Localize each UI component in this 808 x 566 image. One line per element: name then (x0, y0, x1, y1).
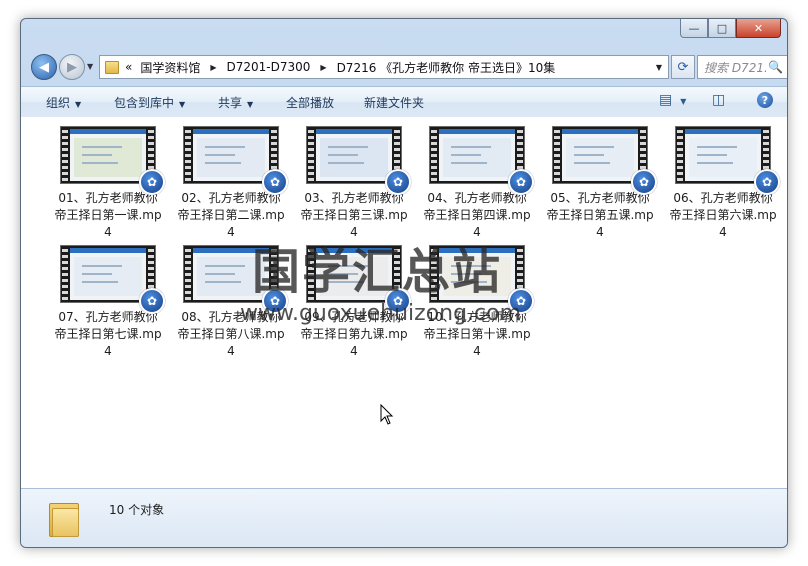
file-item[interactable]: ✿ 02、孔方老师教你帝王择日第二课.mp4 (176, 126, 288, 241)
mouse-cursor-icon (380, 404, 394, 425)
chevron-down-icon: ▼ (680, 97, 687, 106)
command-bar: 组织 ▼ 包含到库中 ▼ 共享 ▼ 全部播放 新建文件夹 ▤ ▼ ◫ ? (21, 86, 787, 118)
address-dropdown-icon[interactable]: ▼ (656, 63, 662, 72)
minimize-button[interactable]: — (680, 19, 708, 38)
preview-pane-button[interactable]: ◫ (712, 92, 725, 108)
video-file-icon: ✿ (262, 288, 288, 314)
video-file-icon: ✿ (139, 288, 165, 314)
video-thumbnail: ✿ (183, 126, 288, 195)
video-thumbnail: ✿ (306, 126, 411, 195)
refresh-button[interactable]: ⟳ (671, 55, 695, 79)
video-file-icon: ✿ (385, 288, 411, 314)
breadcrumb-overflow[interactable]: « (125, 60, 132, 74)
search-placeholder: 搜索 D721... (704, 60, 766, 75)
breadcrumb-separator-icon[interactable]: ▶ (210, 63, 216, 72)
file-name: 05、孔方老师教你帝王择日第五课.mp4 (546, 191, 654, 239)
breadcrumb-item-range[interactable]: D7201-D7300 (227, 60, 311, 74)
details-pane: 10 个对象 (21, 488, 787, 547)
file-item[interactable]: ✿ 03、孔方老师教你帝王择日第三课.mp4 (299, 126, 411, 241)
folder-icon (105, 60, 119, 74)
video-thumbnail: ✿ (183, 245, 288, 314)
navigation-bar: ◀ ▶ ▼ « 国学资料馆 ▶ D7201-D7300 ▶ D7216 《孔方老… (29, 51, 787, 81)
view-button[interactable]: ▤ ▼ (659, 92, 686, 108)
video-thumbnail: ✿ (552, 126, 657, 195)
new-folder-button[interactable]: 新建文件夹 (364, 94, 424, 111)
breadcrumb-separator-icon[interactable]: ▶ (320, 63, 326, 72)
address-bar[interactable]: « 国学资料馆 ▶ D7201-D7300 ▶ D7216 《孔方老师教你 帝王… (99, 55, 669, 79)
breadcrumb-item-folder[interactable]: D7216 《孔方老师教你 帝王选日》10集 (337, 59, 556, 76)
refresh-icon: ⟳ (677, 59, 689, 75)
recent-pages-dropdown[interactable]: ▼ (87, 62, 93, 71)
file-item[interactable]: ✿ 09、孔方老师教你帝王择日第九课.mp4 (299, 245, 411, 360)
back-button[interactable]: ◀ (31, 54, 57, 80)
file-list: ✿ 01、孔方老师教你帝王择日第一课.mp4 ✿ 02、孔方老师教你帝王择日第二课.m… (21, 117, 787, 488)
file-item[interactable]: ✿ 01、孔方老师教你帝王择日第一课.mp4 (53, 126, 165, 241)
file-name: 03、孔方老师教你帝王择日第三课.mp4 (300, 191, 408, 239)
file-name: 09、孔方老师教你帝王择日第九课.mp4 (300, 310, 408, 358)
caption-buttons: — □ ✕ (680, 19, 781, 39)
file-name: 08、孔方老师教你帝王择日第八课.mp4 (177, 310, 285, 358)
back-arrow-icon: ◀ (39, 59, 49, 75)
video-thumbnail: ✿ (429, 245, 534, 314)
file-item[interactable]: ✿ 08、孔方老师教你帝王择日第八课.mp4 (176, 245, 288, 360)
close-button[interactable]: ✕ (736, 19, 781, 38)
breadcrumb-item-library[interactable]: 国学资料馆 (140, 59, 200, 76)
file-name: 06、孔方老师教你帝王择日第六课.mp4 (669, 191, 777, 239)
search-input[interactable]: 搜索 D721... 🔍 (697, 55, 787, 79)
chevron-down-icon: ▼ (75, 100, 82, 109)
file-name: 04、孔方老师教你帝王择日第四课.mp4 (423, 191, 531, 239)
item-count: 10 个对象 (109, 503, 165, 517)
preview-pane-icon: ◫ (712, 92, 726, 108)
file-item[interactable]: ✿ 06、孔方老师教你帝王择日第六课.mp4 (668, 126, 780, 241)
chevron-down-icon: ▼ (179, 100, 186, 109)
video-thumbnail: ✿ (429, 126, 534, 195)
include-in-library-button[interactable]: 包含到库中 ▼ (114, 94, 185, 111)
forward-arrow-icon: ▶ (67, 59, 77, 75)
breadcrumb: « 国学资料馆 ▶ D7201-D7300 ▶ D7216 《孔方老师教你 帝王… (125, 59, 555, 76)
chevron-down-icon: ▼ (247, 100, 254, 109)
video-file-icon: ✿ (631, 169, 657, 195)
video-thumbnail: ✿ (675, 126, 780, 195)
view-icon: ▤ (659, 92, 673, 108)
help-button[interactable]: ? (757, 92, 773, 108)
organize-button[interactable]: 组织 ▼ (46, 94, 81, 111)
video-file-icon: ✿ (385, 169, 411, 195)
maximize-button[interactable]: □ (708, 19, 736, 38)
share-button[interactable]: 共享 ▼ (218, 94, 253, 111)
video-file-icon: ✿ (262, 169, 288, 195)
forward-button[interactable]: ▶ (59, 54, 85, 80)
file-item[interactable]: ✿ 07、孔方老师教你帝王择日第七课.mp4 (53, 245, 165, 360)
file-item[interactable]: ✿ 05、孔方老师教你帝王择日第五课.mp4 (545, 126, 657, 241)
video-file-icon: ✿ (508, 169, 534, 195)
video-file-icon: ✿ (508, 288, 534, 314)
video-thumbnail: ✿ (60, 245, 165, 314)
file-name: 01、孔方老师教你帝王择日第一课.mp4 (54, 191, 162, 239)
help-icon: ? (761, 93, 769, 107)
video-file-icon: ✿ (139, 169, 165, 195)
file-name: 10、孔方老师教你帝王择日第十课.mp4 (423, 310, 531, 358)
file-name: 07、孔方老师教你帝王择日第七课.mp4 (54, 310, 162, 358)
file-item[interactable]: ✿ 04、孔方老师教你帝王择日第四课.mp4 (422, 126, 534, 241)
play-all-button[interactable]: 全部播放 (286, 94, 334, 111)
file-name: 02、孔方老师教你帝王择日第二课.mp4 (177, 191, 285, 239)
video-thumbnail: ✿ (60, 126, 165, 195)
video-file-icon: ✿ (754, 169, 780, 195)
file-item[interactable]: ✿ 10、孔方老师教你帝王择日第十课.mp4 (422, 245, 534, 360)
explorer-window: — □ ✕ ◀ ▶ ▼ « 国学资料馆 ▶ D7201-D7300 ▶ D721… (20, 18, 788, 548)
folder-icon (49, 499, 79, 537)
video-thumbnail: ✿ (306, 245, 411, 314)
search-icon[interactable]: 🔍 (768, 60, 783, 74)
